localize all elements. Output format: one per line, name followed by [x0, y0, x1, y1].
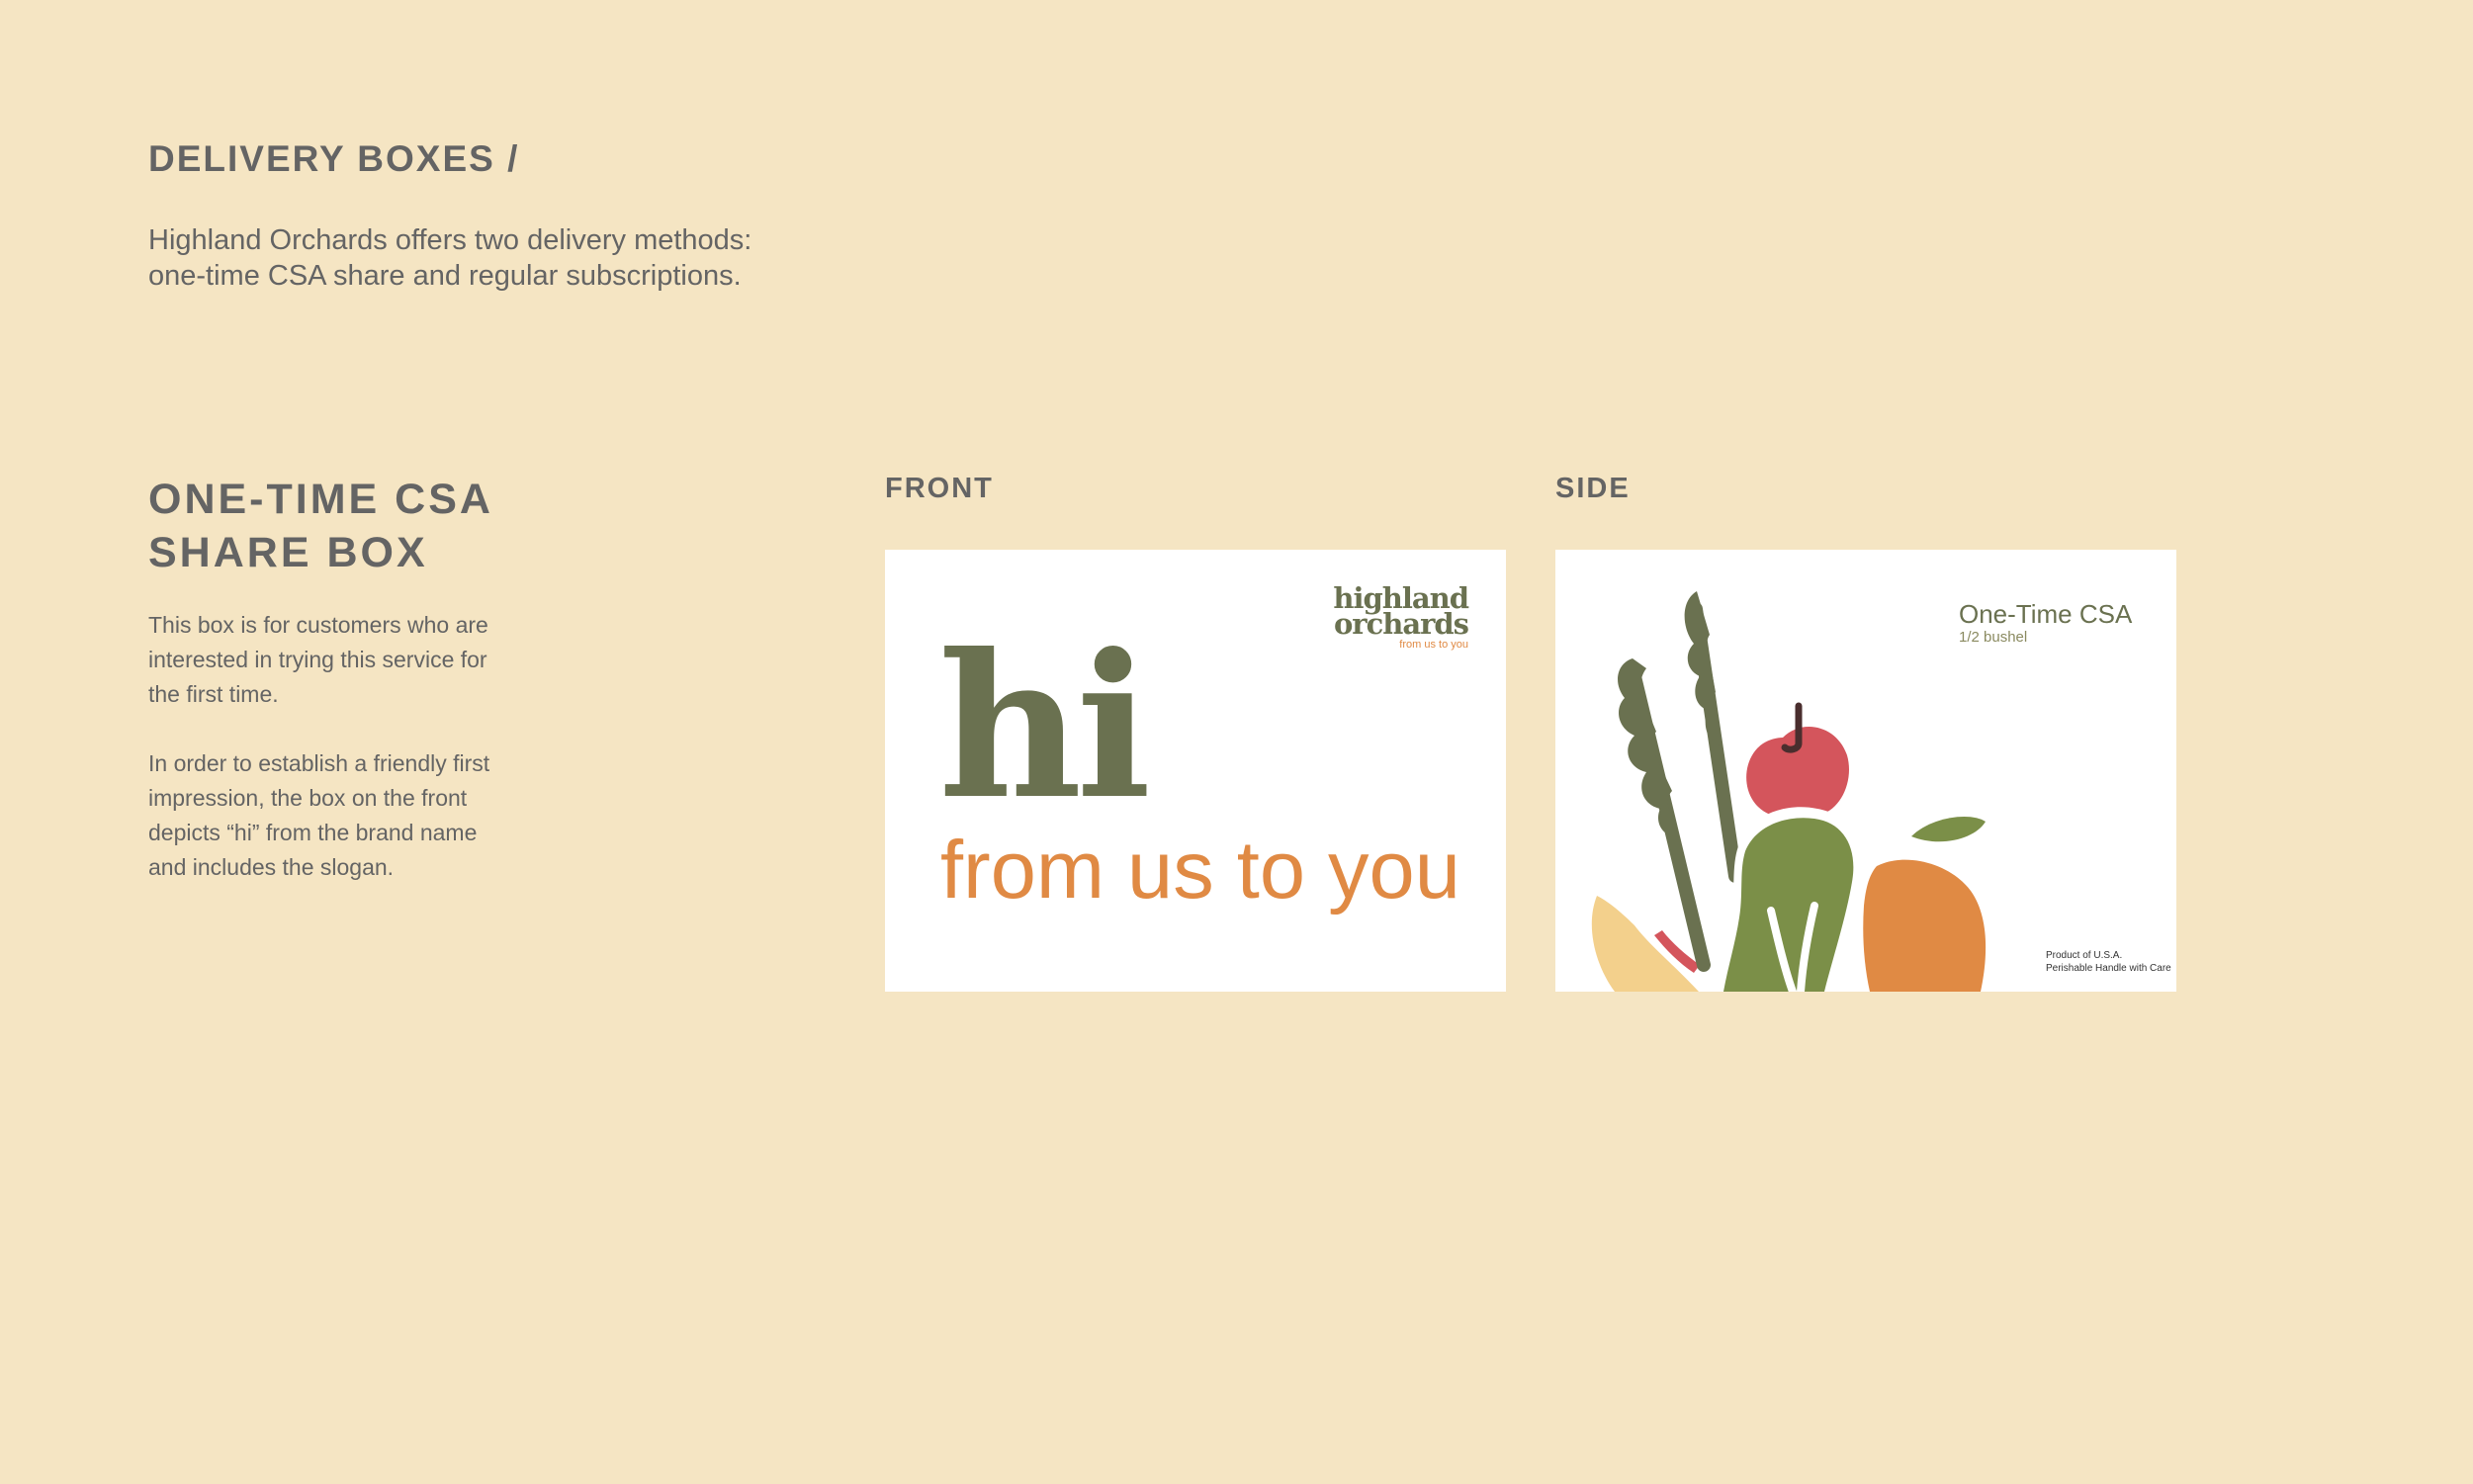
- logo-line: orchards: [1333, 607, 1469, 641]
- box-title: ONE-TIME CSA SHARE BOX: [148, 473, 493, 579]
- product-name: One-Time CSA: [1959, 599, 2133, 629]
- paragraph-line: In order to establish a friendly first: [148, 750, 490, 776]
- front-label: FRONT: [885, 473, 994, 504]
- paragraph-line: and includes the slogan.: [148, 854, 395, 880]
- description-paragraph: In order to establish a friendly first i…: [148, 746, 524, 885]
- side-label: SIDE: [1555, 473, 1631, 504]
- origin-line: Perishable Handle with Care: [2046, 963, 2171, 974]
- paragraph-line: This box is for customers who are: [148, 612, 488, 638]
- paragraph-line: interested in trying this service for: [148, 647, 487, 672]
- front-panel: highland orchards from us to you hi from…: [885, 550, 1506, 992]
- description-paragraph: This box is for customers who are intere…: [148, 608, 524, 712]
- product-size: 1/2 bushel: [1959, 629, 2028, 646]
- paragraph-line: impression, the box on the front: [148, 785, 468, 811]
- intro-line: one-time CSA share and regular subscript…: [148, 260, 742, 292]
- paragraph-line: depicts “hi” from the brand name: [148, 820, 478, 845]
- brand-logo: highland orchards from us to you: [1333, 584, 1469, 653]
- section-title: DELIVERY BOXES /: [148, 138, 520, 179]
- origin-info: Product of U.S.A. Perishable Handle with…: [2046, 949, 2171, 975]
- slogan-text: from us to you: [940, 824, 1460, 916]
- greeting-text: hi: [938, 611, 1151, 843]
- intro-text: Highland Orchards offers two delivery me…: [148, 222, 920, 294]
- origin-line: Product of U.S.A.: [2046, 950, 2123, 961]
- side-panel: One-Time CSA 1/2 bushel Product of U.S.A…: [1555, 550, 2176, 992]
- intro-line: Highland Orchards offers two delivery me…: [148, 224, 752, 256]
- paragraph-line: the first time.: [148, 681, 279, 707]
- box-title-line: ONE-TIME CSA: [148, 476, 493, 523]
- box-title-line: SHARE BOX: [148, 529, 428, 576]
